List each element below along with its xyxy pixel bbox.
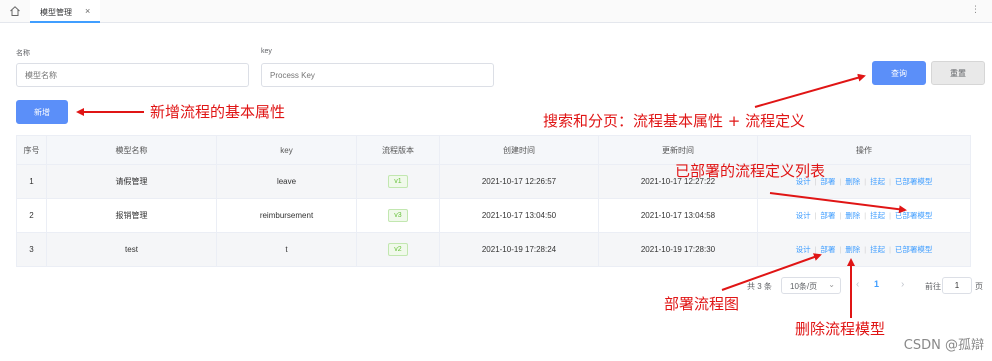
deploy-link[interactable]: 部署	[820, 211, 835, 220]
page-suffix: 页	[975, 282, 983, 291]
tab-label: 模型管理	[40, 8, 72, 17]
process-key-input[interactable]	[261, 63, 494, 87]
page-number-current[interactable]: 1	[874, 279, 879, 289]
page-size-value: 10条/页	[790, 282, 818, 291]
new-button[interactable]: 新增	[16, 100, 68, 124]
header-version: 流程版本	[356, 135, 440, 165]
row-actions: 设计 | 部署 | 删除 | 挂起 | 已部署模型	[757, 232, 971, 267]
model-table: 序号 模型名称 key 流程版本 创建时间 更新时间 操作 1 请假管理 lea…	[16, 135, 971, 267]
row-index: 3	[16, 232, 47, 267]
delete-link[interactable]: 删除	[845, 211, 860, 220]
header-model-name: 模型名称	[46, 135, 217, 165]
row-model-name: test	[46, 232, 217, 267]
row-key: reimbursement	[216, 198, 357, 233]
watermark: CSDN @孤辯	[903, 338, 984, 353]
annotation-deploy-diagram: 部署流程图	[664, 295, 740, 313]
reset-button[interactable]: 重置	[931, 61, 985, 85]
deployed-models-link[interactable]: 已部署模型	[895, 177, 933, 186]
next-page-icon[interactable]: ›	[901, 279, 904, 290]
deployed-models-link[interactable]: 已部署模型	[895, 211, 933, 220]
chevron-down-icon: ⌄	[828, 280, 835, 289]
row-created: 2021-10-19 17:28:24	[439, 232, 599, 267]
row-updated: 2021-10-17 13:04:58	[598, 198, 758, 233]
version-tag: v2	[388, 243, 408, 256]
version-tag: v1	[388, 175, 408, 188]
table-row: 1 请假管理 leave v1 2021-10-17 12:26:57 2021…	[16, 164, 971, 199]
prev-page-icon[interactable]: ‹	[856, 279, 859, 290]
name-label: 名称	[16, 50, 30, 57]
tab-bar: 模型管理 × ⋮	[0, 0, 992, 23]
annotation-delete-model: 删除流程模型	[795, 320, 886, 338]
annotation-new-attrs: 新增流程的基本属性	[150, 103, 286, 121]
annotation-deployed-list: 已部署的流程定义列表	[675, 162, 826, 180]
suspend-link[interactable]: 挂起	[870, 211, 885, 220]
version-tag: v3	[388, 209, 408, 222]
page-size-select[interactable]: 10条/页 ⌄	[781, 277, 841, 294]
pagination-total: 共 3 条	[747, 282, 772, 291]
delete-link[interactable]: 删除	[845, 245, 860, 254]
design-link[interactable]: 设计	[796, 245, 811, 254]
query-button[interactable]: 查询	[872, 61, 926, 85]
key-label: key	[261, 48, 272, 55]
row-created: 2021-10-17 12:26:57	[439, 164, 599, 199]
deployed-models-link[interactable]: 已部署模型	[895, 245, 933, 254]
row-created: 2021-10-17 13:04:50	[439, 198, 599, 233]
row-version-cell: v1	[356, 164, 440, 199]
header-index: 序号	[16, 135, 47, 165]
page: 模型管理 × ⋮ 名称 key 查询 重置 新增 序号 模型名称 key 流程版…	[0, 0, 992, 361]
row-key: leave	[216, 164, 357, 199]
model-name-input[interactable]	[16, 63, 249, 87]
suspend-link[interactable]: 挂起	[870, 177, 885, 186]
row-model-name: 请假管理	[46, 164, 217, 199]
row-actions: 设计 | 部署 | 删除 | 挂起 | 已部署模型	[757, 198, 971, 233]
table-row: 3 test t v2 2021-10-19 17:28:24 2021-10-…	[16, 232, 971, 267]
row-version-cell: v3	[356, 198, 440, 233]
arrow-to-query	[754, 73, 866, 108]
suspend-link[interactable]: 挂起	[870, 245, 885, 254]
deploy-link[interactable]: 部署	[820, 245, 835, 254]
row-key: t	[216, 232, 357, 267]
annotation-search-paging: 搜索和分页：流程基本属性 + 流程定义	[543, 112, 806, 130]
table-header-row: 序号 模型名称 key 流程版本 创建时间 更新时间 操作	[16, 135, 971, 165]
table-row: 2 报销管理 reimbursement v3 2021-10-17 13:04…	[16, 198, 971, 233]
close-icon[interactable]: ×	[85, 6, 90, 16]
header-key: key	[216, 135, 357, 165]
row-updated: 2021-10-19 17:28:30	[598, 232, 758, 267]
more-icon[interactable]: ⋮	[971, 4, 980, 15]
goto-label: 前往	[925, 282, 941, 291]
row-index: 1	[16, 164, 47, 199]
tab-model-management[interactable]: 模型管理 ×	[30, 0, 100, 23]
home-icon[interactable]	[9, 5, 21, 17]
goto-page-input[interactable]: 1	[942, 277, 972, 294]
row-model-name: 报销管理	[46, 198, 217, 233]
row-index: 2	[16, 198, 47, 233]
design-link[interactable]: 设计	[796, 211, 811, 220]
row-version-cell: v2	[356, 232, 440, 267]
delete-link[interactable]: 删除	[845, 177, 860, 186]
header-created: 创建时间	[439, 135, 599, 165]
